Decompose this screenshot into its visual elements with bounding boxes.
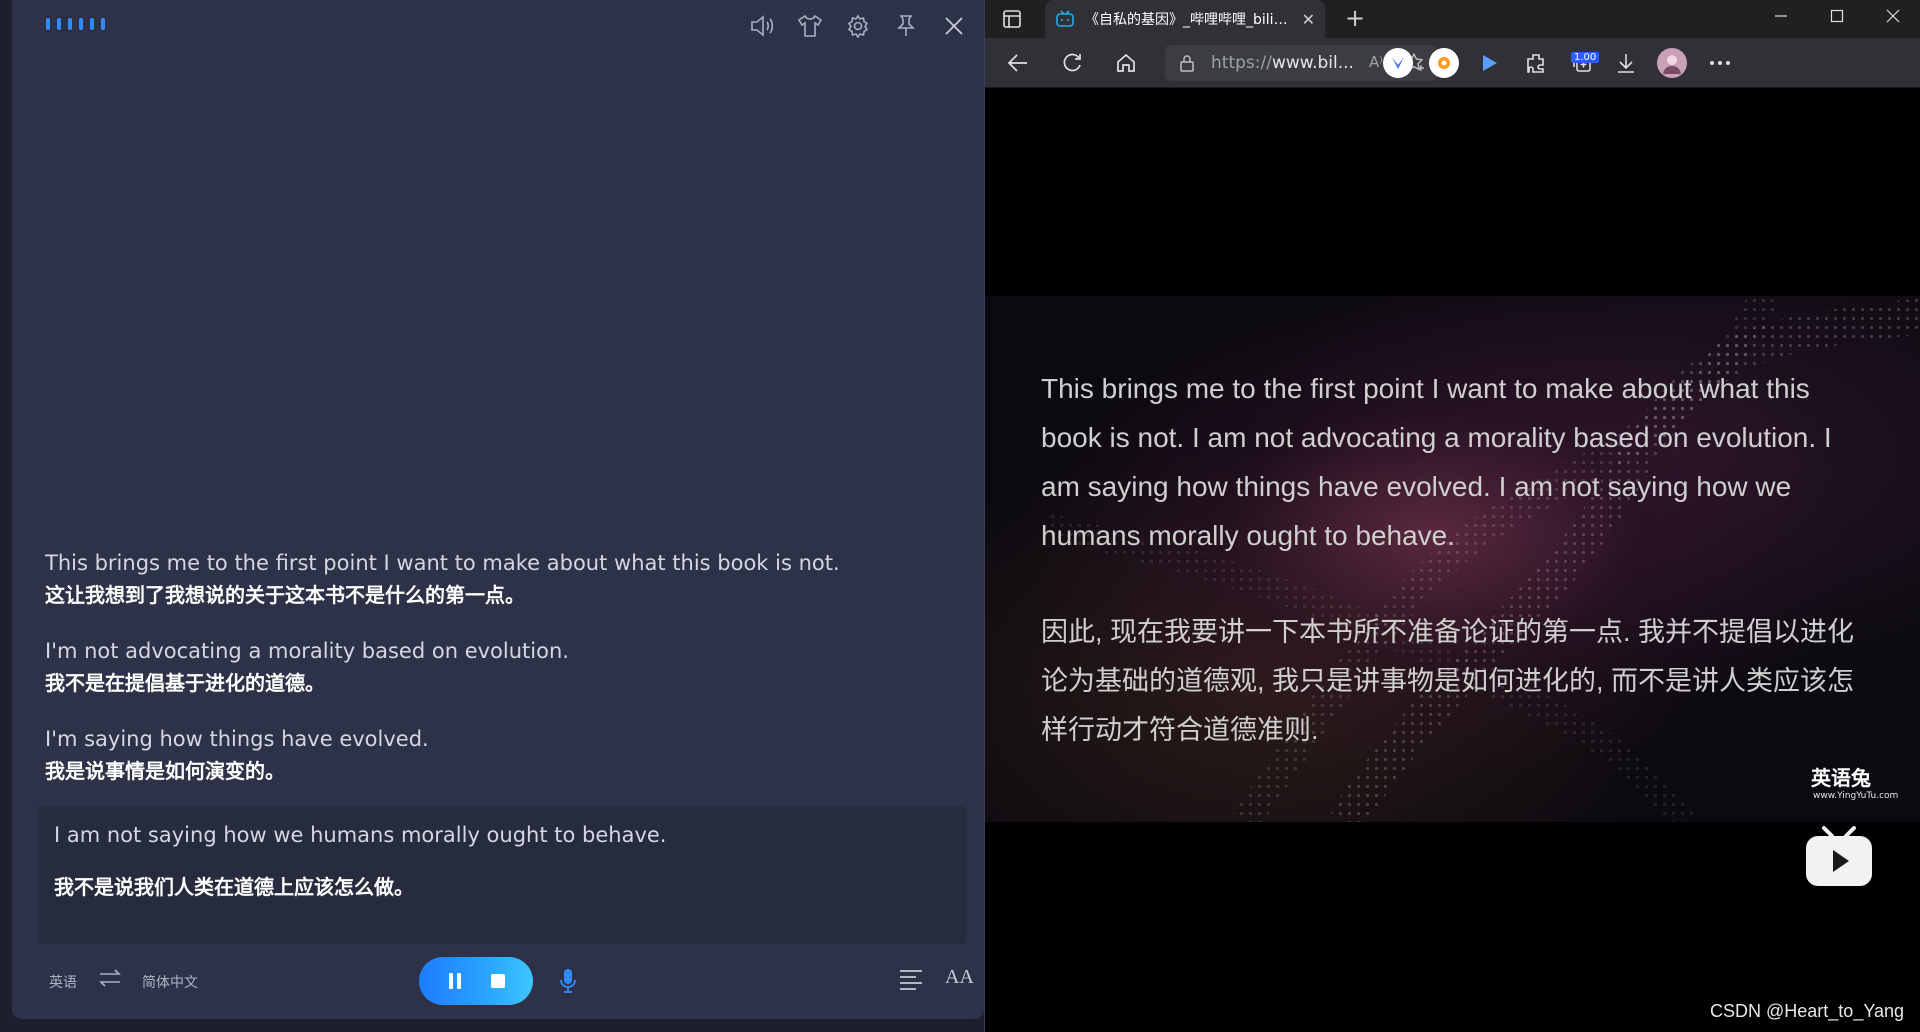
swap-languages-icon[interactable]	[98, 968, 122, 992]
window-controls	[1753, 0, 1920, 32]
pause-button[interactable]	[441, 967, 469, 995]
translator-controls: 英语 简体中文 AA	[12, 950, 984, 1010]
source-language-select[interactable]: 英语	[49, 972, 77, 992]
tab-title: 《自私的基因》_哔哩哔哩_bilibili	[1085, 12, 1294, 28]
listening-indicator	[46, 18, 105, 30]
new-tab-icon[interactable]: +	[1345, 6, 1365, 30]
entry-chinese: 这让我想到了我想说的关于这本书不是什么的第一点。	[45, 583, 525, 607]
window-close-icon[interactable]	[1865, 0, 1920, 32]
transcript-entry: This brings me to the first point I want…	[45, 548, 945, 610]
screen: This brings me to the first point I want…	[0, 0, 1920, 1032]
translator-toolbar	[746, 10, 970, 42]
watermark-name: 英语兔	[1811, 766, 1871, 790]
microphone-icon[interactable]	[559, 968, 577, 998]
lock-icon	[1180, 55, 1194, 72]
extension-translator-icon[interactable]	[1383, 48, 1413, 78]
tab-active[interactable]: 《自私的基因》_哔哩哔哩_bilibili ✕	[1045, 0, 1325, 38]
close-icon[interactable]	[938, 10, 970, 42]
maximize-icon[interactable]	[1809, 0, 1865, 32]
browser-toolbar: https://www.bil... A⁾	[985, 38, 1920, 88]
font-size-button[interactable]: AA	[945, 966, 974, 989]
text-align-icon[interactable]	[898, 968, 924, 994]
transcript-entry: I'm not advocating a morality based on e…	[45, 636, 945, 698]
profile-avatar[interactable]	[1657, 48, 1687, 78]
pin-icon[interactable]	[890, 10, 922, 42]
download-icon[interactable]	[1611, 48, 1641, 78]
yingyutu-watermark: 英语兔 www.YingYuTu.com	[1811, 762, 1898, 801]
bilibili-favicon-icon	[1056, 10, 1074, 27]
entry-english: This brings me to the first point I want…	[45, 551, 840, 575]
shirt-icon[interactable]	[794, 10, 826, 42]
more-options-icon[interactable]	[1705, 48, 1735, 78]
entry-chinese: 我是说事情是如何演变的。	[45, 759, 285, 783]
video-speed-icon[interactable]	[1475, 48, 1505, 78]
tab-close-icon[interactable]: ✕	[1302, 10, 1315, 29]
entry-chinese: 我不是在提倡基于进化的道德。	[45, 671, 325, 695]
minimize-icon[interactable]	[1753, 0, 1809, 32]
video-player[interactable]: This brings me to the first point I want…	[985, 296, 1920, 822]
current-english: I am not saying how we humans morally ou…	[54, 823, 667, 847]
read-aloud-icon[interactable]: A⁾	[1369, 53, 1383, 71]
back-icon[interactable]	[1005, 50, 1031, 76]
tab-bar: 《自私的基因》_哔哩哔哩_bilibili ✕ +	[985, 0, 1920, 38]
transcript-entry: I'm saying how things have evolved. 我是说事…	[45, 724, 945, 786]
entry-english: I'm not advocating a morality based on e…	[45, 639, 569, 663]
home-icon[interactable]	[1113, 50, 1139, 76]
speaker-icon[interactable]	[746, 10, 778, 42]
current-chinese: 我不是说我们人类在道德上应该怎么做。	[54, 875, 414, 899]
tab-actions-icon[interactable]	[1001, 8, 1023, 34]
current-transcript: I am not saying how we humans morally ou…	[38, 806, 966, 944]
playback-controls	[419, 957, 533, 1005]
entry-english: I'm saying how things have evolved.	[45, 727, 429, 751]
browser-window: 《自私的基因》_哔哩哔哩_bilibili ✕ + https://www.bi…	[984, 0, 1920, 1032]
stop-button[interactable]	[484, 967, 512, 995]
csdn-credit: CSDN @Heart_to_Yang	[1710, 1001, 1905, 1021]
url-text: https://www.bil...	[1211, 53, 1354, 73]
speed-badge: 1.00	[1571, 52, 1600, 63]
target-language-select[interactable]: 简体中文	[142, 972, 198, 992]
watermark-url: www.YingYuTu.com	[1813, 791, 1899, 801]
extensions-icon[interactable]	[1521, 48, 1551, 78]
refresh-icon[interactable]	[1059, 50, 1085, 76]
translator-panel: This brings me to the first point I want…	[12, 0, 984, 1019]
extension-orange-icon[interactable]	[1429, 48, 1459, 78]
bilibili-tv-icon[interactable]	[1804, 826, 1874, 892]
transcript-history: This brings me to the first point I want…	[45, 548, 945, 812]
subtitle-english: This brings me to the first point I want…	[1041, 373, 1832, 551]
gear-icon[interactable]	[842, 10, 874, 42]
subtitle-chinese: 因此, 现在我要讲一下本书所不准备论证的第一点. 我并不提倡以进化论为基础的道德…	[1041, 617, 1855, 745]
